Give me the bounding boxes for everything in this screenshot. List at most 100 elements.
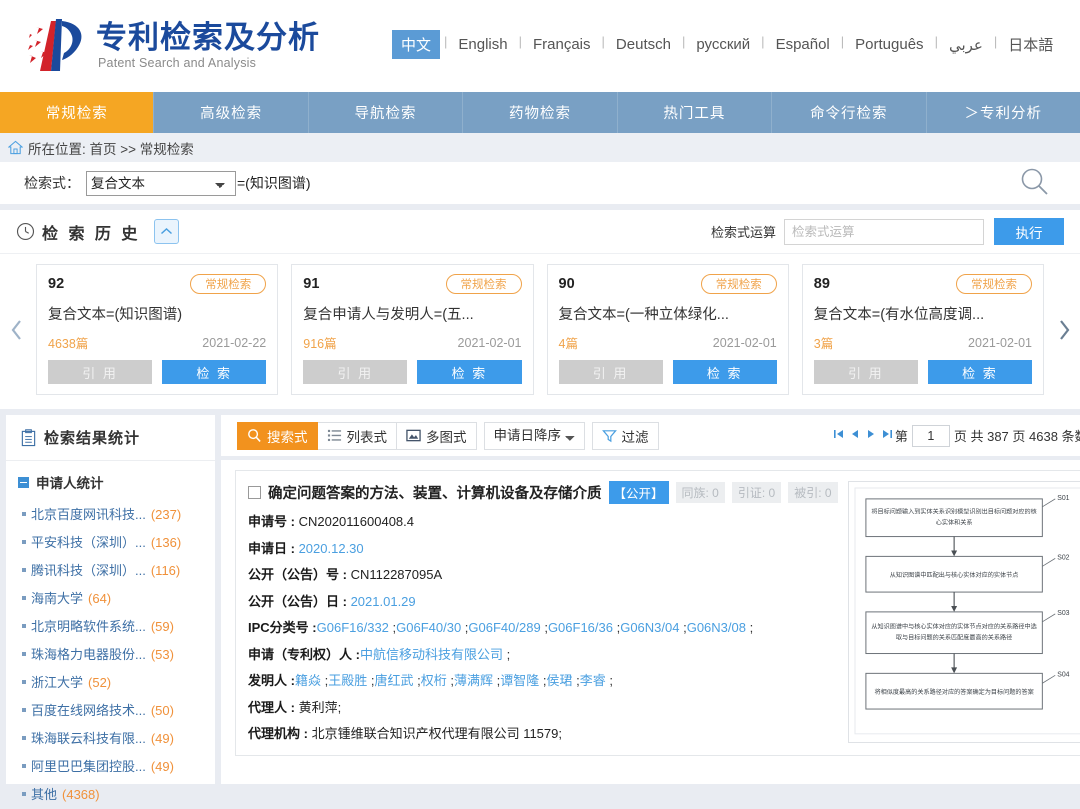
family-count-chip[interactable]: 同族: 0 [676,482,725,503]
history-card-cite-button[interactable]: 引 用 [303,360,407,384]
inventor-name[interactable]: 籍焱 [295,673,321,688]
patent-figure[interactable]: 将目标问题输入到实体关系识别模型识别出目标问题对应的核 心实体和关系 S01 从… [848,481,1080,743]
search-expression-text[interactable]: =(知识图谱) [237,173,311,193]
stat-item[interactable]: 其他 (4368) [6,779,215,807]
field-ipc-classification: IPC分类号 :G06F16/332 ;G06F40/30 ;G06F40/28… [248,619,838,637]
field-value[interactable]: 2021.01.29 [351,594,416,609]
stat-item[interactable]: 北京明略软件系统... (59) [6,611,215,639]
history-card-cite-button[interactable]: 引 用 [559,360,663,384]
nav-item-drug-search[interactable]: 药物检索 [463,92,617,133]
stat-item[interactable]: 浙江大学 (52) [6,667,215,695]
stat-item-count: (64) [88,591,111,606]
field-value[interactable]: 中航信移动科技有限公司 [360,647,503,662]
history-card[interactable]: 91 常规检索 复合申请人与发明人=(五... 916篇 2021-02-01 … [291,264,533,395]
lang-separator: | [990,34,1001,49]
nav-item-navigation-search[interactable]: 导航检索 [309,92,463,133]
home-icon[interactable] [8,140,23,155]
field-value: 黄利萍; [299,700,342,715]
lang-fr[interactable]: Français [526,33,598,56]
nav-item-regular-search[interactable]: 常规检索 [0,92,154,133]
result-item[interactable]: 确定问题答案的方法、装置、计算机设备及存储介质 【公开】 同族: 0 引证: 0… [235,470,1080,756]
ipc-code[interactable]: G06N3/08 [687,620,746,635]
nav-item-hot-tools[interactable]: 热门工具 [618,92,772,133]
inventor-name[interactable]: 侯珺 [546,673,572,688]
field-value: CN202011600408.4 [299,514,414,529]
filter-button[interactable]: 过滤 [592,422,659,450]
sort-select[interactable]: 申请日降序申请日升序公开日降序公开日升序相关度 [484,422,585,450]
lang-ar[interactable]: عربي [942,33,990,57]
stat-item-label: 腾讯科技（深圳）... [31,560,146,579]
lang-zh[interactable]: 中文 [392,30,440,59]
history-card-search-button[interactable]: 检 索 [162,360,266,384]
ipc-code[interactable]: G06N3/04 [620,620,679,635]
stat-item[interactable]: 阿里巴巴集团控股... (49) [6,751,215,779]
inventor-name[interactable]: 王殿胜 [328,673,367,688]
chevron-left-icon[interactable] [0,318,34,342]
cited-count-chip[interactable]: 被引: 0 [788,482,837,503]
stat-item[interactable]: 珠海格力电器股份... (53) [6,639,215,667]
citing-count-chip[interactable]: 引证: 0 [732,482,781,503]
next-page-icon[interactable] [863,428,879,443]
search-icon[interactable] [1018,165,1066,202]
lang-ru[interactable]: русский [689,33,757,56]
view-mode-grid[interactable]: 多图式 [397,422,477,450]
logo[interactable]: 专利检索及分析 Patent Search and Analysis [18,13,320,79]
field-value[interactable]: 2020.12.30 [299,541,364,556]
language-switcher[interactable]: 中文 | English | Français | Deutsch | русс… [392,30,1060,59]
ipc-code[interactable]: G06F16/332 [317,620,389,635]
stat-item[interactable]: 北京百度网讯科技... (237) [6,499,215,527]
page-number-input[interactable] [912,425,950,447]
stat-item[interactable]: 海南大学 (64) [6,583,215,611]
nav-item-advanced-search[interactable]: 高级检索 [154,92,308,133]
execute-button[interactable]: 执行 [994,218,1064,245]
ipc-code[interactable]: G06F40/30 [396,620,461,635]
history-card-search-button[interactable]: 检 索 [928,360,1032,384]
view-mode-list[interactable]: 列表式 [318,422,398,450]
history-card[interactable]: 90 常规检索 复合文本=(一种立体绿化... 4篇 2021-02-01 引 … [547,264,789,395]
first-page-icon[interactable] [831,428,847,443]
lang-de[interactable]: Deutsch [609,33,678,56]
inventor-name[interactable]: 谭智隆 [500,673,539,688]
inventor-name[interactable]: 李睿 [580,673,606,688]
lang-es[interactable]: Español [769,33,837,56]
search-field-select[interactable]: 复合文本标题摘要权利要求申请人发明人 [86,171,236,196]
history-card-cite-button[interactable]: 引 用 [48,360,152,384]
lang-pt[interactable]: Português [848,33,930,56]
stat-item[interactable]: 珠海联云科技有限... (49) [6,723,215,751]
nav-item-command-line-search[interactable]: 命令行检索 [772,92,926,133]
inventor-name[interactable]: 薄满辉 [454,673,493,688]
svg-text:S02: S02 [1057,554,1069,561]
prev-page-icon[interactable] [847,428,863,443]
history-card-cite-button[interactable]: 引 用 [814,360,918,384]
minus-icon[interactable] [18,477,29,488]
inventor-name[interactable]: 权桁 [421,673,447,688]
statistics-group-title: 申请人统计 [36,472,104,492]
view-mode-search[interactable]: 搜索式 [237,422,318,450]
nav-item-patent-analysis[interactable]: ＞专利分析 [927,92,1080,133]
history-card-search-button[interactable]: 检 索 [673,360,777,384]
statistics-group-header[interactable]: 申请人统计 [6,461,215,499]
history-card[interactable]: 92 常规检索 复合文本=(知识图谱) 4638篇 2021-02-22 引 用… [36,264,278,395]
stat-item[interactable]: 百度在线网络技术... (50) [6,695,215,723]
chevron-up-icon[interactable] [154,219,179,244]
patent-p-logo-icon [18,13,90,79]
expression-operation-input[interactable] [784,219,984,245]
result-title[interactable]: 确定问题答案的方法、装置、计算机设备及存储介质 [268,482,602,503]
ipc-code[interactable]: G06F40/289 [468,620,540,635]
result-select-checkbox[interactable] [248,486,261,499]
lang-ja[interactable]: 日本語 [1001,31,1060,58]
history-card-search-button[interactable]: 检 索 [417,360,521,384]
field-label: 申请号 : [248,514,295,529]
site-header: 专利检索及分析 Patent Search and Analysis 中文 | … [0,0,1080,92]
inventor-name[interactable]: 唐红武 [374,673,413,688]
stat-item[interactable]: 平安科技（深圳）... (136) [6,527,215,555]
ipc-code[interactable]: G06F16/36 [548,620,613,635]
last-page-icon[interactable] [879,428,895,443]
chevron-right-icon[interactable] [1046,318,1080,342]
history-card[interactable]: 89 常规检索 复合文本=(有水位高度调... 3篇 2021-02-01 引 … [802,264,1044,395]
stat-item-label: 浙江大学 [31,672,83,691]
lang-en[interactable]: English [451,33,514,56]
history-card-expression: 复合申请人与发明人=(五... [303,303,521,324]
stat-item[interactable]: 腾讯科技（深圳）... (116) [6,555,215,583]
field-value: CN112287095A [351,567,443,582]
